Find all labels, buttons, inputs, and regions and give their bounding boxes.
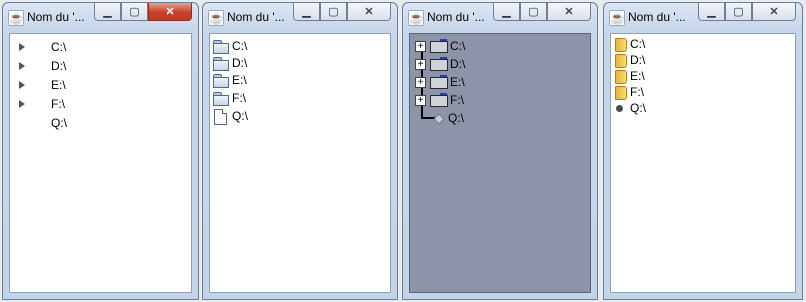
close-button[interactable]: ✕ <box>148 3 192 21</box>
window-windows-look[interactable]: ☕ Nom du '... ▁ ▢ ✕ C:\ D:\ E:\ F:\ Q:\ <box>2 2 199 300</box>
collapsed-arrow-icon[interactable] <box>19 100 25 108</box>
window-controls: ▁ ▢ ✕ <box>698 3 796 23</box>
folder-icon <box>615 54 627 68</box>
tree-node-label: Q:\ <box>232 109 249 123</box>
minimize-button[interactable]: ▁ <box>293 3 320 21</box>
tree-node-label: D:\ <box>51 59 67 73</box>
tree-node-c[interactable]: C:\ <box>210 38 390 55</box>
java-app-icon[interactable]: ☕ <box>609 10 625 26</box>
tree-node-q[interactable]: Q:\ <box>10 115 190 132</box>
tree-view[interactable]: + C:\ + D:\ + E:\ + F:\ Q:\ <box>409 33 591 293</box>
tree-node-label: E:\ <box>232 73 247 87</box>
java-app-icon[interactable]: ☕ <box>8 10 24 26</box>
tree-node-label: F:\ <box>630 85 644 99</box>
title-bar[interactable]: ☕ Nom du '... ▁ ▢ ✕ <box>403 3 597 30</box>
minimize-button[interactable]: ▁ <box>94 3 121 21</box>
window-controls: ▁ ▢ ✕ <box>94 3 192 23</box>
expand-plus-icon[interactable]: + <box>415 41 426 52</box>
tree-node-d[interactable]: D:\ <box>10 58 190 75</box>
tree-node-label: F:\ <box>232 91 246 105</box>
maximize-button[interactable]: ▢ <box>520 3 547 21</box>
minimize-button[interactable]: ▁ <box>698 3 725 21</box>
maximize-button[interactable]: ▢ <box>320 3 347 21</box>
tree-node-c[interactable]: + C:\ <box>410 38 590 55</box>
window-folder-icons[interactable]: ☕ Nom du '... ▁ ▢ ✕ C:\ D:\ E:\ F:\ Q:\ <box>202 2 398 300</box>
tree-node-q[interactable]: Q:\ <box>410 110 590 127</box>
folder-icon <box>430 93 448 107</box>
tree-node-e[interactable]: E:\ <box>611 68 791 85</box>
tree-node-c[interactable]: C:\ <box>611 36 791 53</box>
tree-node-label: C:\ <box>630 37 646 51</box>
tree-node-e[interactable]: + E:\ <box>410 74 590 91</box>
close-button[interactable]: ✕ <box>347 3 391 21</box>
window-yellow-folders[interactable]: ☕ Nom du '... ▁ ▢ ✕ C:\ D:\ E:\ F:\ Q:\ <box>603 2 803 300</box>
window-gray-tree[interactable]: ☕ Nom du '... ▁ ▢ ✕ + C:\ + D:\ + E:\ + <box>402 2 598 300</box>
tree-node-label: F:\ <box>51 97 65 111</box>
title-bar[interactable]: ☕ Nom du '... ▁ ▢ ✕ <box>203 3 397 30</box>
tree-node-q[interactable]: Q:\ <box>210 108 390 125</box>
tree-view[interactable]: C:\ D:\ E:\ F:\ Q:\ <box>209 33 391 293</box>
window-controls: ▁ ▢ ✕ <box>293 3 391 23</box>
tree-node-e[interactable]: E:\ <box>10 77 190 94</box>
folder-icon <box>430 39 448 53</box>
tree-node-f[interactable]: F:\ <box>611 84 791 101</box>
tree-node-label: C:\ <box>232 39 248 53</box>
tree-node-d[interactable]: + D:\ <box>410 56 590 73</box>
tree-node-label: E:\ <box>450 75 465 89</box>
tree-node-d[interactable]: D:\ <box>210 55 390 72</box>
window-controls: ▁ ▢ ✕ <box>493 3 591 23</box>
tree-node-label: D:\ <box>630 53 646 67</box>
tree-node-label: C:\ <box>51 40 67 54</box>
close-button[interactable]: ✕ <box>752 3 796 21</box>
tree-node-label: C:\ <box>450 39 466 53</box>
file-icon <box>214 109 227 125</box>
folder-icon <box>213 74 229 88</box>
tree-node-q[interactable]: Q:\ <box>611 100 791 117</box>
tree-node-d[interactable]: D:\ <box>611 52 791 69</box>
folder-icon <box>615 38 627 52</box>
window-title: Nom du '... <box>427 10 485 24</box>
leaf-dot-icon <box>616 105 623 112</box>
expand-plus-icon[interactable]: + <box>415 77 426 88</box>
tree-node-e[interactable]: E:\ <box>210 72 390 89</box>
tree-node-label: Q:\ <box>51 116 68 130</box>
collapsed-arrow-icon[interactable] <box>19 43 25 51</box>
tree-node-label: F:\ <box>450 93 464 107</box>
tree-node-f[interactable]: F:\ <box>10 96 190 113</box>
maximize-button[interactable]: ▢ <box>121 3 148 21</box>
folder-icon <box>615 86 627 100</box>
tree-node-label: D:\ <box>450 57 466 71</box>
window-title: Nom du '... <box>27 10 85 24</box>
java-app-icon[interactable]: ☕ <box>408 10 424 26</box>
folder-icon <box>430 57 448 71</box>
tree-view[interactable]: C:\ D:\ E:\ F:\ Q:\ <box>610 33 796 293</box>
folder-icon <box>213 92 229 106</box>
folder-icon <box>430 75 448 89</box>
minimize-button[interactable]: ▁ <box>493 3 520 21</box>
tree-node-label: E:\ <box>630 69 645 83</box>
maximize-button[interactable]: ▢ <box>725 3 752 21</box>
tree-view[interactable]: C:\ D:\ E:\ F:\ Q:\ <box>9 33 192 293</box>
folder-icon <box>615 70 627 84</box>
folder-icon <box>213 57 229 71</box>
window-title: Nom du '... <box>227 10 285 24</box>
tree-node-c[interactable]: C:\ <box>10 39 190 56</box>
expand-plus-icon[interactable]: + <box>415 95 426 106</box>
tree-node-label: D:\ <box>232 56 248 70</box>
close-button[interactable]: ✕ <box>547 3 591 21</box>
tree-node-f[interactable]: + F:\ <box>410 92 590 109</box>
title-bar[interactable]: ☕ Nom du '... ▁ ▢ ✕ <box>604 3 802 30</box>
tree-node-label: E:\ <box>51 78 66 92</box>
tree-node-label: Q:\ <box>630 101 647 115</box>
leaf-icon <box>433 113 445 125</box>
window-title: Nom du '... <box>628 10 686 24</box>
expand-plus-icon[interactable]: + <box>415 59 426 70</box>
folder-icon <box>213 40 229 54</box>
tree-node-label: Q:\ <box>448 111 465 125</box>
collapsed-arrow-icon[interactable] <box>19 62 25 70</box>
tree-node-f[interactable]: F:\ <box>210 90 390 107</box>
title-bar[interactable]: ☕ Nom du '... ▁ ▢ ✕ <box>3 3 198 30</box>
java-app-icon[interactable]: ☕ <box>208 10 224 26</box>
collapsed-arrow-icon[interactable] <box>19 81 25 89</box>
